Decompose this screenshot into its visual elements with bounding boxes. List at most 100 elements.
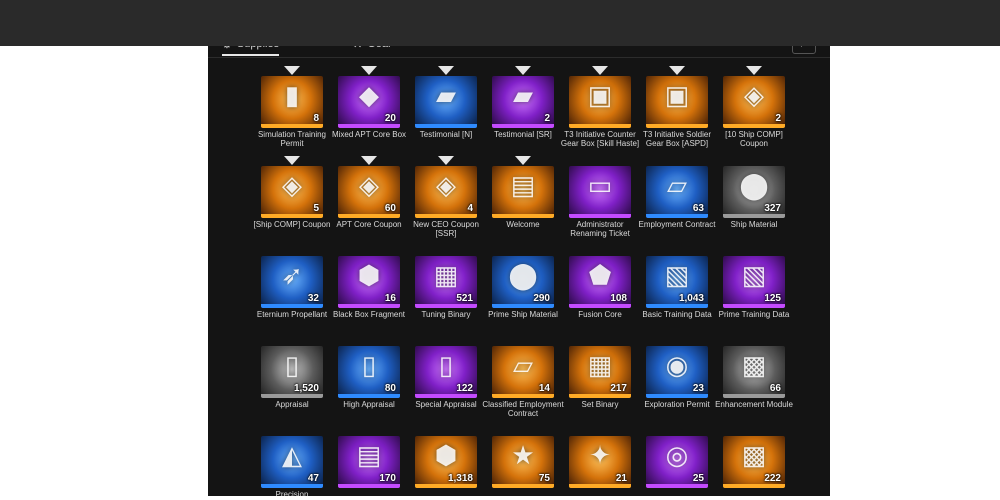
item-name: T3 Initiative Soldier Gear Box [ASPD] <box>642 130 712 148</box>
item-name: Testimonial [SR] <box>494 130 552 139</box>
item-tile: ◈ 2 <box>723 76 785 128</box>
item-tile: ▰ <box>415 76 477 128</box>
item-quantity: 80 <box>384 383 396 394</box>
rename-ticket-icon: ▭ <box>587 170 613 200</box>
module-icon: ▩ <box>741 440 767 470</box>
item-quantity: 1,318 <box>447 473 473 484</box>
item-tile: ▭ <box>569 166 631 218</box>
item-tile: ▯ 1,520 <box>261 346 323 398</box>
inventory-item[interactable]: ▮ 8 Simulation Training Permit <box>254 66 330 156</box>
hexagon-badge-icon: ⬢ <box>434 440 458 470</box>
item-name: APT Core Coupon <box>336 220 402 229</box>
item-name: T3 Initiative Counter Gear Box [Skill Ha… <box>560 130 640 148</box>
inventory-item[interactable]: ▦ 521 Tuning Binary <box>408 246 484 336</box>
item-quantity: 4 <box>467 203 473 214</box>
binary-icon: ▦ <box>433 260 459 290</box>
contract-icon: ▱ <box>513 350 533 380</box>
item-quantity: 60 <box>384 203 396 214</box>
inventory-item[interactable]: ◭ 47 Precision <box>254 426 330 496</box>
inventory-item[interactable]: ⬢ 1,318 <box>408 426 484 496</box>
inventory-item[interactable]: ✦ 21 <box>562 426 638 496</box>
item-name: Exploration Permit <box>644 400 710 409</box>
item-name: Welcome <box>506 220 540 229</box>
item-tile: ▮ 8 <box>261 76 323 128</box>
item-quantity: 20 <box>384 113 396 124</box>
item-tile: ⬢ 1,318 <box>415 436 477 488</box>
propellant-icon: ➶ <box>281 260 303 290</box>
inventory-item[interactable]: ▤ 170 <box>331 426 407 496</box>
clipboard-icon: ▯ <box>284 350 300 380</box>
inventory-item[interactable]: ▯ 1,520 Appraisal <box>254 336 330 426</box>
inventory-item[interactable]: ▱ 63 Employment Contract <box>639 156 715 246</box>
item-quantity: 14 <box>538 383 550 394</box>
item-quantity: 47 <box>307 473 319 484</box>
inventory-item[interactable]: ◈ 5 [Ship COMP] Coupon <box>254 156 330 246</box>
inventory-item[interactable]: ▰ Testimonial [N] <box>408 66 484 156</box>
new-item-marker <box>515 156 531 165</box>
item-name: [10 Ship COMP] Coupon <box>725 130 783 148</box>
module-icon: ▩ <box>741 350 767 380</box>
new-item-marker <box>592 66 608 75</box>
item-tile: ➶ 32 <box>261 256 323 308</box>
inventory-item[interactable]: ▧ 125 Prime Training Data <box>716 246 792 336</box>
inventory-item[interactable]: ⬤ 290 Prime Ship Material <box>485 246 561 336</box>
item-name: Appraisal <box>275 400 309 409</box>
inventory-item[interactable]: ▱ 14 Classified Employment Contract <box>482 336 564 426</box>
item-quantity: 2 <box>775 113 781 124</box>
inventory-item[interactable]: ◎ 25 <box>639 426 715 496</box>
item-tile: ▦ 217 <box>569 346 631 398</box>
inventory-item[interactable]: ◈ 4 New CEO Coupon [SSR] <box>408 156 484 246</box>
item-tile: ▩ 222 <box>723 436 785 488</box>
inventory-item[interactable]: ▭ Administrator Renaming Ticket <box>562 156 638 246</box>
fusion-core-icon: ⬟ <box>588 260 612 290</box>
inventory-item[interactable]: ▩ 222 <box>716 426 792 496</box>
inventory-item[interactable]: ⬢ 16 Black Box Fragment <box>331 246 407 336</box>
item-name: Black Box Fragment <box>332 310 406 319</box>
item-tile: ▯ 80 <box>338 346 400 398</box>
item-name: New CEO Coupon [SSR] <box>413 220 479 238</box>
new-item-marker <box>438 156 454 165</box>
item-name: Tuning Binary <box>421 310 471 319</box>
item-name: Eternium Propellant <box>256 310 328 319</box>
core-box-icon: ◆ <box>359 80 379 110</box>
training-permit-icon: ▮ <box>284 80 300 110</box>
inventory-item[interactable]: ▤ Welcome <box>485 156 561 246</box>
inventory-item[interactable]: ◆ 20 Mixed APT Core Box <box>331 66 407 156</box>
item-quantity: 122 <box>456 383 473 394</box>
item-name: Enhancement Module <box>715 400 793 409</box>
inventory-item[interactable]: ➶ 32 Eternium Propellant <box>254 246 330 336</box>
inventory-item[interactable]: ⬤ 327 Ship Material <box>716 156 792 246</box>
new-item-marker <box>669 66 685 75</box>
new-item-marker <box>515 66 531 75</box>
inventory-item[interactable]: ▦ 217 Set Binary <box>562 336 638 426</box>
item-tile: ▰ 2 <box>492 76 554 128</box>
item-quantity: 16 <box>384 293 396 304</box>
exploration-permit-icon: ◉ <box>665 350 689 380</box>
item-quantity: 23 <box>692 383 704 394</box>
inventory-item[interactable]: ▯ 122 Special Appraisal <box>408 336 484 426</box>
inventory-item[interactable]: ◈ 2 [10 Ship COMP] Coupon <box>716 66 792 156</box>
item-tile: ⬟ 108 <box>569 256 631 308</box>
item-quantity: 5 <box>313 203 319 214</box>
item-quantity: 222 <box>764 473 781 484</box>
inventory-item[interactable]: ◉ 23 Exploration Permit <box>639 336 715 426</box>
item-tile: ▯ 122 <box>415 346 477 398</box>
new-item-marker <box>361 156 377 165</box>
item-tile: ⬤ 327 <box>723 166 785 218</box>
inventory-item[interactable]: ▣ T3 Initiative Soldier Gear Box [ASPD] <box>639 66 715 156</box>
item-quantity: 1,043 <box>678 293 704 304</box>
contract-icon: ▱ <box>667 170 687 200</box>
inventory-item[interactable]: ▣ T3 Initiative Counter Gear Box [Skill H… <box>561 66 639 156</box>
star-badge-icon: ★ <box>511 440 535 470</box>
inventory-item[interactable]: ▰ 2 Testimonial [SR] <box>485 66 561 156</box>
item-name: Precision <box>275 490 309 496</box>
clipboard-icon: ▯ <box>438 350 454 380</box>
inventory-item[interactable]: ⬟ 108 Fusion Core <box>562 246 638 336</box>
inventory-item[interactable]: ★ 75 <box>485 426 561 496</box>
new-item-marker <box>284 156 300 165</box>
inventory-item[interactable]: ▩ 66 Enhancement Module <box>715 336 793 426</box>
inventory-item[interactable]: ▯ 80 High Appraisal <box>331 336 407 426</box>
inventory-item[interactable]: ◈ 60 APT Core Coupon <box>331 156 407 246</box>
inventory-item[interactable]: ▧ 1,043 Basic Training Data <box>639 246 715 336</box>
item-name: Prime Training Data <box>718 310 790 319</box>
